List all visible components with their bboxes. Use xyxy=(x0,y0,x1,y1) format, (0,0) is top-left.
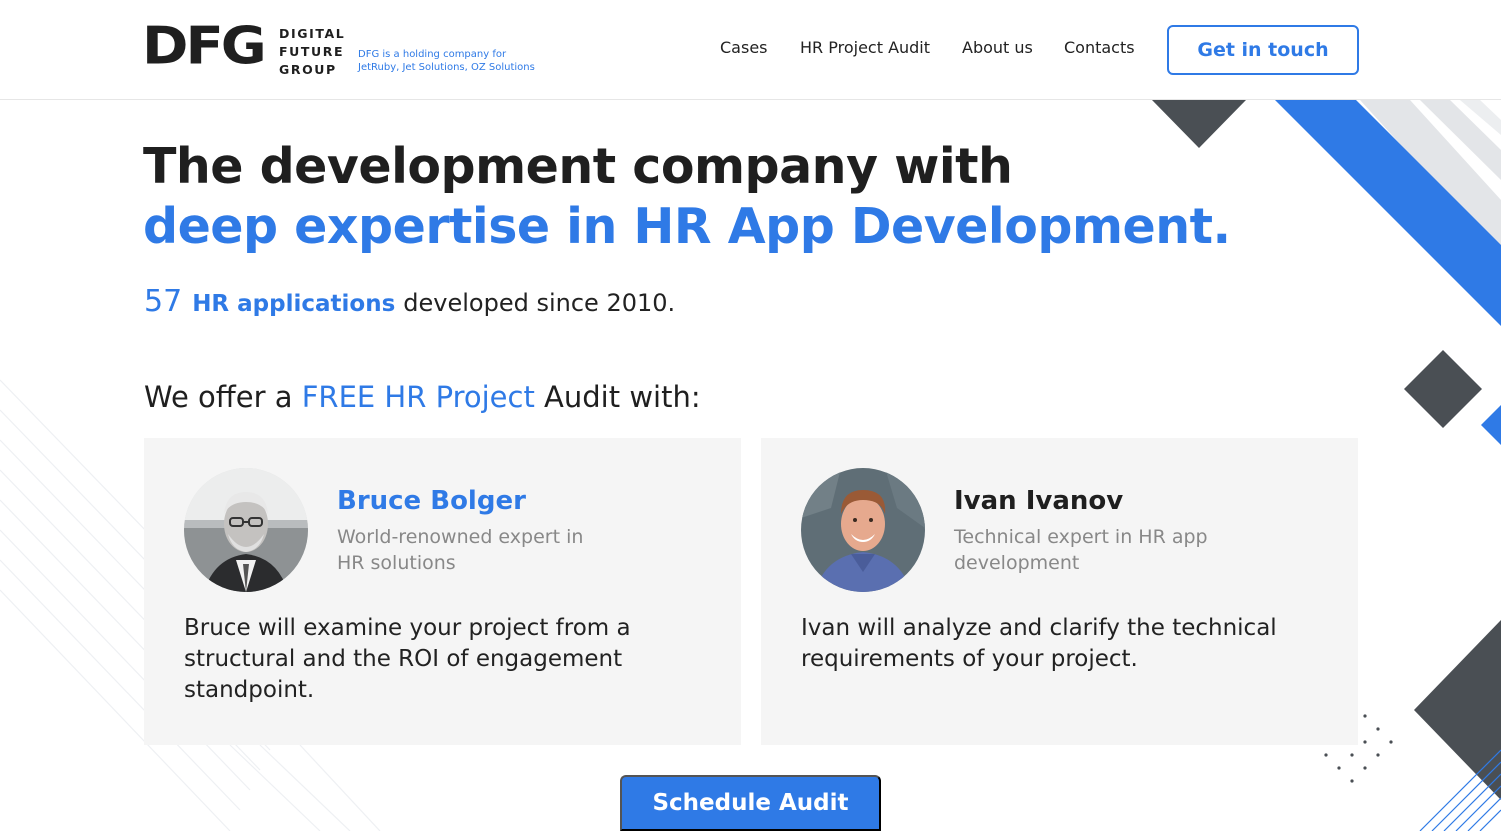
expert-description: Ivan will analyze and clarify the techni… xyxy=(801,615,1277,672)
offer-highlight: FREE HR Project xyxy=(301,380,535,414)
logo-wordmark[interactable]: DIGITAL FUTURE GROUP xyxy=(279,25,345,79)
hero-title: The development company with xyxy=(143,138,1013,195)
stat-number: 57 xyxy=(144,284,183,319)
nav-item-cases[interactable]: Cases xyxy=(720,38,768,57)
logo-mark[interactable]: DFG xyxy=(142,21,267,73)
page: DFG DIGITAL FUTURE GROUP DFG is a holdin… xyxy=(0,0,1501,831)
expert-description: Bruce will examine your project from a s… xyxy=(184,615,631,703)
expert-card-ivan: Ivan Ivanov Technical expert in HR app d… xyxy=(761,438,1358,745)
schedule-audit-button[interactable]: Schedule Audit xyxy=(620,775,881,831)
logo-line-2: FUTURE xyxy=(279,44,345,59)
nav-item-hr-project-audit[interactable]: HR Project Audit xyxy=(800,38,930,57)
logo-line-3: GROUP xyxy=(279,62,337,77)
offer-suffix: Audit with: xyxy=(534,380,701,414)
expert-role: World-renowned expert in HR solutions xyxy=(337,526,584,574)
expert-name[interactable]: Bruce Bolger xyxy=(337,486,526,516)
expert-card-bruce: Bruce Bolger World-renowned expert in HR… xyxy=(144,438,741,745)
nav-item-contacts[interactable]: Contacts xyxy=(1064,38,1135,57)
site-header: DFG DIGITAL FUTURE GROUP DFG is a holdin… xyxy=(0,0,1501,100)
logo-tagline: DFG is a holding company for JetRuby, Je… xyxy=(358,49,535,73)
stat-label: HR applications xyxy=(192,291,396,317)
apps-stat: 57 HR applications developed since 2010. xyxy=(144,284,675,319)
hero-subtitle: deep expertise in HR App Development. xyxy=(143,198,1231,255)
expert-name[interactable]: Ivan Ivanov xyxy=(954,486,1123,516)
offer-heading: We offer a FREE HR Project Audit with: xyxy=(144,380,701,414)
stat-text: developed since 2010. xyxy=(403,289,676,317)
avatar-bruce xyxy=(184,468,308,592)
offer-prefix: We offer a xyxy=(144,380,302,414)
expert-role: Technical expert in HR app development xyxy=(954,526,1208,574)
avatar-ivan xyxy=(801,468,925,592)
get-in-touch-button[interactable]: Get in touch xyxy=(1167,25,1359,75)
nav-item-about-us[interactable]: About us xyxy=(962,38,1033,57)
logo-line-1: DIGITAL xyxy=(279,26,346,41)
